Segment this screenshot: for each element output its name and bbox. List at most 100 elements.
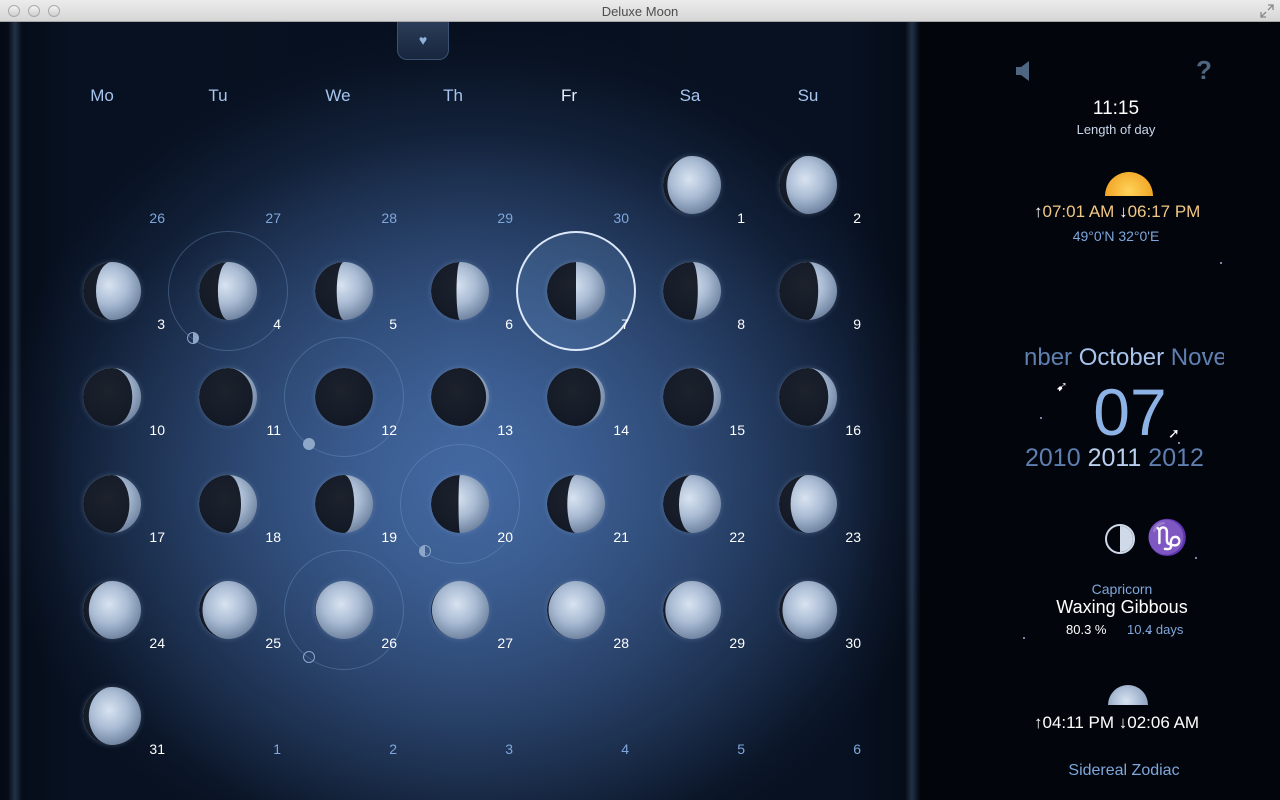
window-title: Deluxe Moon: [601, 4, 679, 19]
moon-shadow: [315, 475, 373, 533]
calendar-day[interactable]: 29: [405, 146, 521, 252]
day-number: 25: [265, 635, 281, 651]
calendar-day[interactable]: 26: [284, 550, 405, 677]
day-number: 6: [853, 741, 861, 757]
month-next[interactable]: Nove: [1171, 344, 1224, 371]
day-number: 11: [266, 422, 281, 438]
day-number: 29: [729, 635, 745, 651]
month-prev[interactable]: nber: [1024, 344, 1072, 371]
calendar-day[interactable]: 11: [173, 358, 289, 464]
moon-shadow: [547, 581, 605, 639]
arrow-left-icon[interactable]: ➹: [1056, 378, 1068, 395]
capricorn-icon: ♑: [1146, 519, 1189, 557]
full-phase-icon: [303, 438, 315, 450]
day-number: 4: [621, 741, 629, 757]
moon-shadow: [431, 475, 489, 533]
calendar-day[interactable]: 15: [637, 358, 753, 464]
moon-shadow: [199, 262, 257, 320]
length-of-day-value: 11:15: [1092, 98, 1140, 119]
coordinates[interactable]: 49°0'N 32°0'E: [1040, 228, 1192, 244]
day-number: 20: [497, 529, 513, 545]
moon-age: 10.4 days: [1127, 622, 1184, 637]
calendar-day[interactable]: 6: [753, 677, 869, 783]
day-number: 28: [613, 635, 629, 651]
moon-shadow: [779, 156, 837, 214]
calendar-day[interactable]: 24: [57, 571, 173, 677]
moon-shadow: [779, 262, 837, 320]
day-number: 3: [157, 316, 165, 332]
help-icon[interactable]: ?: [1196, 55, 1212, 86]
sunset-time: 06:17 PM: [1127, 202, 1201, 221]
speaker-icon[interactable]: [1015, 60, 1031, 82]
moon-shadow: [199, 368, 257, 426]
moon-shadow: [779, 475, 837, 533]
moon-shadow: [431, 581, 489, 639]
day-number: 4: [273, 316, 281, 332]
moon-times: ↑04:11 PM ↓02:06 AM: [1034, 713, 1234, 733]
sidereal-zodiac-link[interactable]: Sidereal Zodiac: [1044, 762, 1204, 780]
calendar-day[interactable]: 1: [637, 146, 753, 252]
calendar-day[interactable]: 3: [57, 252, 173, 358]
year-next[interactable]: 2012: [1148, 444, 1204, 472]
calendar-day[interactable]: 4: [521, 677, 637, 783]
weekday-header: Tu: [208, 86, 228, 105]
calendar-day[interactable]: 7: [516, 231, 637, 358]
calendar-day[interactable]: 3: [405, 677, 521, 783]
calendar-day[interactable]: 23: [753, 465, 869, 571]
calendar-day[interactable]: 27: [405, 571, 521, 677]
moon-shadow: [83, 581, 141, 639]
calendar-day[interactable]: 25: [173, 571, 289, 677]
calendar-day[interactable]: 30: [753, 571, 869, 677]
calendar-day[interactable]: 28: [521, 571, 637, 677]
day-number: 2: [389, 741, 397, 757]
calendar-day[interactable]: 5: [637, 677, 753, 783]
arrow-up-icon: ↑: [1034, 202, 1043, 221]
calendar-day[interactable]: 2: [289, 677, 405, 783]
day-number: 13: [497, 422, 513, 438]
weekday-header: Su: [797, 86, 819, 105]
moon-shadow: [315, 262, 373, 320]
calendar-day[interactable]: 20: [400, 444, 521, 571]
day-number: 16: [845, 422, 861, 438]
moon-shadow: [663, 156, 721, 214]
month-selector[interactable]: nber October Nove: [1024, 344, 1224, 372]
day-number: 19: [381, 529, 397, 545]
calendar-day[interactable]: 6: [405, 252, 521, 358]
calendar-day[interactable]: 21: [521, 465, 637, 571]
moon-shadow: [431, 368, 489, 426]
calendar-day[interactable]: 12: [284, 337, 405, 464]
calendar-day[interactable]: 2: [753, 146, 869, 252]
fullscreen-icon[interactable]: [1260, 4, 1274, 18]
info-panel: ? 11:15 Length of day ↑07:01 AM ↓06:17 P…: [920, 22, 1280, 800]
half-moon-icon: [1105, 524, 1135, 554]
arrow-right-icon[interactable]: ➚: [1168, 425, 1180, 442]
calendar-day[interactable]: 14: [521, 358, 637, 464]
day-number: 5: [389, 316, 397, 332]
calendar-day[interactable]: 8: [637, 252, 753, 358]
calendar-day[interactable]: 16: [753, 358, 869, 464]
moon-shadow: [315, 368, 373, 426]
calendar-day[interactable]: 10: [57, 358, 173, 464]
phase-name: Waxing Gibbous: [1056, 597, 1188, 617]
calendar-day[interactable]: 18: [173, 465, 289, 571]
title-bar: Deluxe Moon: [0, 0, 1280, 22]
calendar-day[interactable]: 26: [57, 146, 173, 252]
weekday-header: Mo: [90, 86, 114, 105]
calendar-day[interactable]: 1: [173, 677, 289, 783]
calendar-day[interactable]: 17: [57, 465, 173, 571]
calendar-day[interactable]: 4: [168, 231, 289, 358]
moon-shadow: [199, 475, 257, 533]
year-prev[interactable]: 2010: [1025, 444, 1081, 472]
moon-shadow: [663, 581, 721, 639]
calendar-day[interactable]: 29: [637, 571, 753, 677]
day-number: 31: [149, 741, 165, 757]
calendar-day[interactable]: 22: [637, 465, 753, 571]
moon-icon: [1108, 685, 1148, 705]
day-number: 29: [497, 210, 513, 226]
calendar-day[interactable]: 28: [289, 146, 405, 252]
pull-down-tab[interactable]: ♥: [397, 22, 449, 60]
moon-shadow: [779, 368, 837, 426]
calendar-day[interactable]: 31: [57, 677, 173, 783]
calendar-day[interactable]: 9: [753, 252, 869, 358]
year-selector[interactable]: 2010 2011 2012: [1025, 444, 1225, 473]
